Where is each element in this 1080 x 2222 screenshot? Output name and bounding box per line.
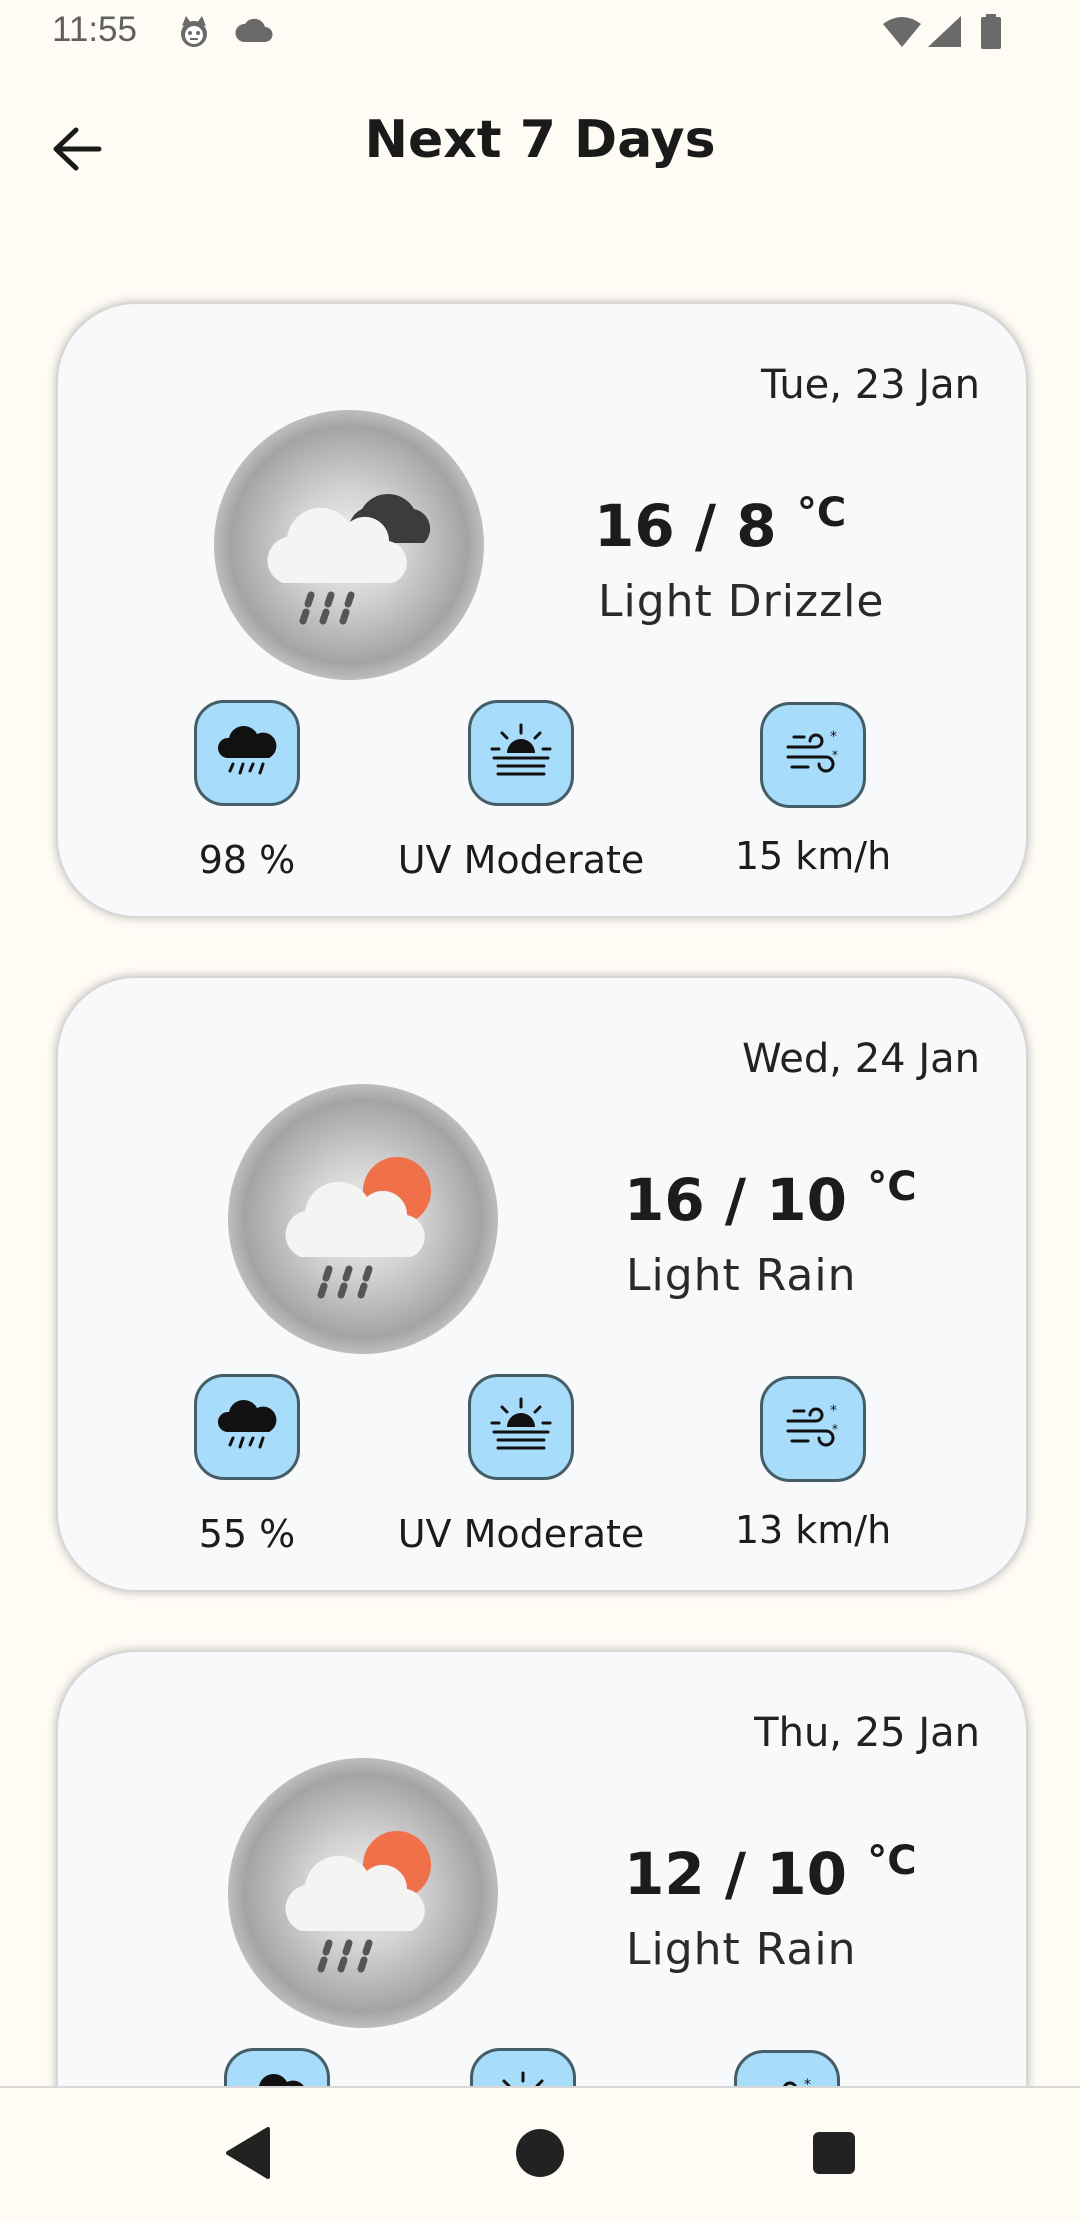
- svg-text:*: *: [832, 748, 838, 762]
- condition-label: Light Rain: [626, 1924, 857, 1975]
- wind-icon-box: *: [734, 2050, 840, 2086]
- sunrise-icon: [488, 721, 554, 785]
- recents-square-icon: [811, 2130, 857, 2180]
- precipitation-value: 98 %: [198, 838, 296, 882]
- weather-image: [214, 410, 484, 680]
- storm-cloud-icon: [245, 2072, 309, 2086]
- forecast-card[interactable]: Thu, 25 Jan 12 / 10 °C Light Rain *: [56, 1650, 1028, 2086]
- battery-icon: [980, 14, 1002, 54]
- temp-unit: °C: [867, 1838, 917, 1884]
- temperature: 16 / 10 °C: [624, 1164, 917, 1234]
- forecast-card[interactable]: Wed, 24 Jan 16 / 10 °C Light Rain 55 % U…: [56, 976, 1028, 1592]
- uv-icon-box: [470, 2048, 576, 2086]
- page-title: Next 7 Days: [364, 110, 716, 170]
- uv-icon-box: [468, 1374, 574, 1480]
- svg-text:*: *: [830, 1403, 837, 1419]
- wind-icon: * *: [782, 725, 844, 785]
- system-nav-bar: [0, 2086, 1080, 2222]
- uv-icon-box: [468, 700, 574, 806]
- weather-image: [228, 1758, 498, 2028]
- wind-icon-box: * *: [760, 702, 866, 808]
- svg-text:*: *: [804, 2077, 811, 2086]
- precipitation-icon-box: [194, 1374, 300, 1480]
- svg-text:*: *: [830, 729, 837, 745]
- temp-low: 10: [766, 1840, 848, 1908]
- wind-value: 13 km/h: [734, 1508, 892, 1552]
- wind-value: 15 km/h: [734, 834, 892, 878]
- svg-text:*: *: [832, 1422, 838, 1436]
- signal-icon: [928, 16, 962, 52]
- status-time: 11:55: [52, 10, 137, 49]
- wind-icon: *: [756, 2073, 818, 2086]
- precipitation-value: 55 %: [198, 1512, 296, 1556]
- forecast-date: Tue, 23 Jan: [760, 362, 980, 408]
- wind-icon: * *: [782, 1399, 844, 1459]
- temperature: 16 / 8 °C: [594, 490, 847, 560]
- wind-icon-box: * *: [760, 1376, 866, 1482]
- uv-value: UV Moderate: [397, 1512, 645, 1556]
- wifi-icon: [882, 16, 922, 52]
- nav-home-button[interactable]: [508, 2123, 572, 2187]
- uv-value: UV Moderate: [397, 838, 645, 882]
- temp-high: 16: [594, 492, 675, 560]
- precipitation-icon-box: [194, 700, 300, 806]
- temp-low: 8: [736, 492, 777, 560]
- home-circle-icon: [514, 2127, 566, 2183]
- back-triangle-icon: [224, 2127, 272, 2183]
- nav-recents-button[interactable]: [802, 2123, 866, 2187]
- condition-label: Light Drizzle: [598, 576, 885, 627]
- forecast-list[interactable]: Tue, 23 Jan 16 / 8 °C Light Drizzle 98 %: [0, 290, 1080, 2086]
- condition-label: Light Rain: [626, 1250, 857, 1301]
- temp-low: 10: [766, 1166, 848, 1234]
- storm-cloud-icon: [215, 724, 279, 782]
- sunrise-icon: [490, 2069, 556, 2086]
- forecast-card[interactable]: Tue, 23 Jan 16 / 8 °C Light Drizzle 98 %: [56, 302, 1028, 918]
- precipitation-icon-box: [224, 2048, 330, 2086]
- weather-image: [228, 1084, 498, 1354]
- cloud-icon: [234, 18, 274, 48]
- temp-unit: °C: [867, 1164, 917, 1210]
- cat-face-icon: [176, 14, 212, 54]
- temp-unit: °C: [796, 490, 847, 536]
- status-bar: 11:55: [0, 0, 1080, 66]
- temperature: 12 / 10 °C: [624, 1838, 917, 1908]
- sunrise-icon: [488, 1395, 554, 1459]
- nav-back-button[interactable]: [216, 2123, 280, 2187]
- app-bar: Next 7 Days: [0, 90, 1080, 200]
- storm-cloud-icon: [215, 1398, 279, 1456]
- temp-high: 16: [624, 1166, 705, 1234]
- forecast-date: Wed, 24 Jan: [742, 1036, 980, 1082]
- forecast-date: Thu, 25 Jan: [754, 1710, 980, 1756]
- temp-high: 12: [624, 1840, 705, 1908]
